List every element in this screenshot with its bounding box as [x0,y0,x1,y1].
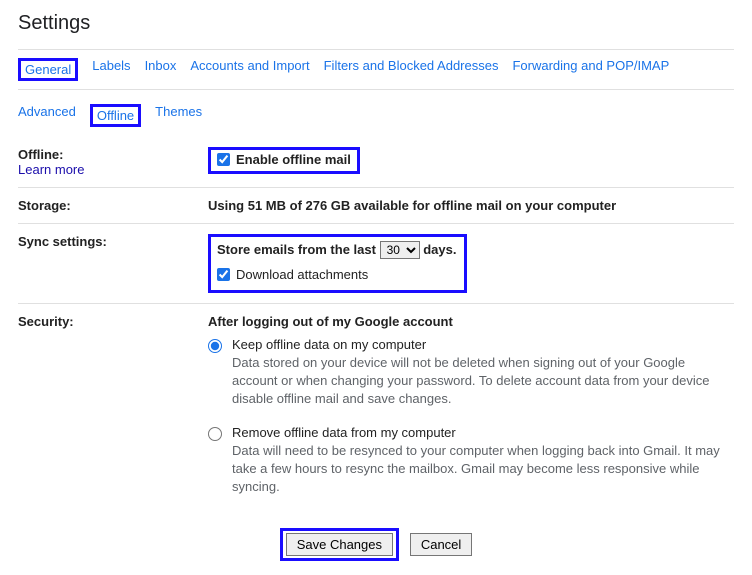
remove-data-title: Remove offline data from my computer [232,425,734,440]
tab-forwarding-pop-imap[interactable]: Forwarding and POP/IMAP [512,58,669,81]
download-attachments-label: Download attachments [236,267,368,282]
section-storage: Storage: Using 51 MB of 276 GB available… [18,188,734,224]
tabs-row-1: General Labels Inbox Accounts and Import… [18,49,734,90]
section-offline: Offline: Learn more Enable offline mail [18,137,734,188]
tab-offline[interactable]: Offline [90,104,141,127]
tab-filters-blocked[interactable]: Filters and Blocked Addresses [324,58,499,81]
page-title: Settings [18,12,734,35]
learn-more-link[interactable]: Learn more [18,162,84,177]
tab-accounts-import[interactable]: Accounts and Import [190,58,309,81]
download-attachments-checkbox[interactable] [217,268,230,281]
tab-general[interactable]: General [18,58,78,81]
remove-data-radio[interactable] [208,427,222,441]
offline-label: Offline: [18,147,64,162]
cancel-button[interactable]: Cancel [410,533,472,556]
sync-label: Sync settings: [18,234,208,249]
days-select[interactable]: 30 [380,241,420,259]
security-label: Security: [18,314,208,329]
tab-advanced[interactable]: Advanced [18,104,76,127]
store-prefix: Store emails from the last [217,242,376,257]
keep-data-desc: Data stored on your device will not be d… [232,354,734,409]
button-row: Save Changes Cancel [18,528,734,561]
keep-data-title: Keep offline data on my computer [232,337,734,352]
remove-data-desc: Data will need to be resynced to your co… [232,442,734,497]
enable-offline-checkbox[interactable] [217,153,230,166]
save-button[interactable]: Save Changes [286,533,393,556]
storage-text: Using 51 MB of 276 GB available for offl… [208,198,734,213]
store-suffix: days. [423,242,456,257]
security-heading: After logging out of my Google account [208,314,734,329]
section-sync: Sync settings: Store emails from the las… [18,224,734,304]
tab-labels[interactable]: Labels [92,58,130,81]
tabs-row-2: Advanced Offline Themes [18,98,734,137]
keep-data-radio[interactable] [208,339,222,353]
tab-inbox[interactable]: Inbox [145,58,177,81]
tab-themes[interactable]: Themes [155,104,202,127]
storage-label: Storage: [18,198,208,213]
enable-offline-label: Enable offline mail [236,152,351,167]
section-security: Security: After logging out of my Google… [18,304,734,510]
